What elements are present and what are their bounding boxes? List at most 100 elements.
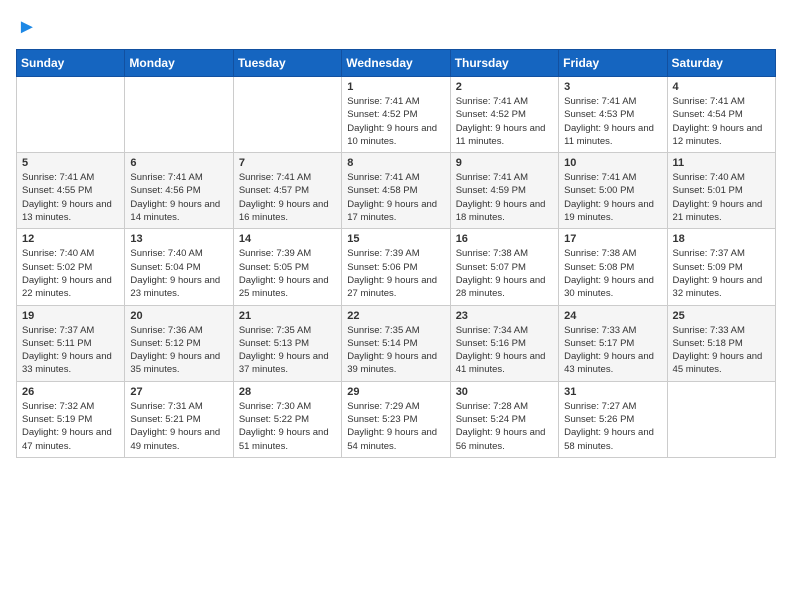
page-header: ► bbox=[16, 16, 776, 39]
calendar-week-1: 1Sunrise: 7:41 AM Sunset: 4:52 PM Daylig… bbox=[17, 77, 776, 153]
day-info-20: Sunrise: 7:36 AM Sunset: 5:12 PM Dayligh… bbox=[130, 324, 227, 377]
day-cell-3: 3Sunrise: 7:41 AM Sunset: 4:53 PM Daylig… bbox=[559, 77, 667, 153]
calendar-table: SundayMondayTuesdayWednesdayThursdayFrid… bbox=[16, 49, 776, 458]
day-info-4: Sunrise: 7:41 AM Sunset: 4:54 PM Dayligh… bbox=[673, 95, 770, 148]
calendar-week-4: 19Sunrise: 7:37 AM Sunset: 5:11 PM Dayli… bbox=[17, 305, 776, 381]
day-info-18: Sunrise: 7:37 AM Sunset: 5:09 PM Dayligh… bbox=[673, 247, 770, 300]
empty-cell bbox=[233, 77, 341, 153]
day-number-14: 14 bbox=[239, 233, 336, 245]
day-number-8: 8 bbox=[347, 157, 444, 169]
day-cell-21: 21 Sunrise: 7:35 AM Sunset: 5:13 PM Dayli… bbox=[233, 305, 341, 381]
day-cell-4: 4 Sunrise: 7:41 AM Sunset: 4:54 PM Daylig… bbox=[667, 77, 775, 153]
day-info-31: Sunrise: 7:27 AM Sunset: 5:26 PM Dayligh… bbox=[564, 400, 661, 453]
day-info-6: Sunrise: 7:41 AM Sunset: 4:56 PM Dayligh… bbox=[130, 171, 227, 224]
day-cell-30: 30 Sunrise: 7:28 AM Sunset: 5:24 PM Dayli… bbox=[450, 381, 558, 457]
day-cell-13: 13 Sunrise: 7:40 AM Sunset: 5:04 PM Dayli… bbox=[125, 229, 233, 305]
day-cell-23: 23 Sunrise: 7:34 AM Sunset: 5:16 PM Dayli… bbox=[450, 305, 558, 381]
day-number-23: 23 bbox=[456, 310, 553, 322]
day-cell-26: 26 Sunrise: 7:32 AM Sunset: 5:19 PM Dayli… bbox=[17, 381, 125, 457]
day-number-4: 4 bbox=[673, 81, 770, 93]
day-cell-16: 16Sunrise: 7:38 AM Sunset: 5:07 PM Dayli… bbox=[450, 229, 558, 305]
days-of-week-row: SundayMondayTuesdayWednesdayThursdayFrid… bbox=[17, 50, 776, 77]
day-info-16: Sunrise: 7:38 AM Sunset: 5:07 PM Dayligh… bbox=[456, 247, 553, 300]
day-info-21: Sunrise: 7:35 AM Sunset: 5:13 PM Dayligh… bbox=[239, 324, 336, 377]
day-info-5: Sunrise: 7:41 AM Sunset: 4:55 PM Dayligh… bbox=[22, 171, 119, 224]
day-info-1: Sunrise: 7:41 AM Sunset: 4:52 PM Dayligh… bbox=[347, 95, 444, 148]
day-cell-8: 8Sunrise: 7:41 AM Sunset: 4:58 PM Daylig… bbox=[342, 153, 450, 229]
day-cell-10: 10Sunrise: 7:41 AM Sunset: 5:00 PM Dayli… bbox=[559, 153, 667, 229]
day-info-30: Sunrise: 7:28 AM Sunset: 5:24 PM Dayligh… bbox=[456, 400, 553, 453]
calendar-week-5: 26 Sunrise: 7:32 AM Sunset: 5:19 PM Dayli… bbox=[17, 381, 776, 457]
day-header-wednesday: Wednesday bbox=[342, 50, 450, 77]
day-cell-1: 1Sunrise: 7:41 AM Sunset: 4:52 PM Daylig… bbox=[342, 77, 450, 153]
day-header-thursday: Thursday bbox=[450, 50, 558, 77]
day-info-3: Sunrise: 7:41 AM Sunset: 4:53 PM Dayligh… bbox=[564, 95, 661, 148]
day-cell-12: 12 Sunrise: 7:40 AM Sunset: 5:02 PM Dayli… bbox=[17, 229, 125, 305]
day-number-15: 15 bbox=[347, 233, 444, 245]
day-info-10: Sunrise: 7:41 AM Sunset: 5:00 PM Dayligh… bbox=[564, 171, 661, 224]
day-info-11: Sunrise: 7:40 AM Sunset: 5:01 PM Dayligh… bbox=[673, 171, 770, 224]
day-info-9: Sunrise: 7:41 AM Sunset: 4:59 PM Dayligh… bbox=[456, 171, 553, 224]
day-cell-20: 20 Sunrise: 7:36 AM Sunset: 5:12 PM Dayli… bbox=[125, 305, 233, 381]
logo: ► bbox=[16, 16, 37, 39]
day-number-12: 12 bbox=[22, 233, 119, 245]
day-cell-24: 24 Sunrise: 7:33 AM Sunset: 5:17 PM Dayli… bbox=[559, 305, 667, 381]
day-cell-9: 9 Sunrise: 7:41 AM Sunset: 4:59 PM Daylig… bbox=[450, 153, 558, 229]
day-cell-22: 22Sunrise: 7:35 AM Sunset: 5:14 PM Dayli… bbox=[342, 305, 450, 381]
day-cell-2: 2 Sunrise: 7:41 AM Sunset: 4:52 PM Daylig… bbox=[450, 77, 558, 153]
day-cell-28: 28 Sunrise: 7:30 AM Sunset: 5:22 PM Dayli… bbox=[233, 381, 341, 457]
day-number-31: 31 bbox=[564, 386, 661, 398]
day-info-26: Sunrise: 7:32 AM Sunset: 5:19 PM Dayligh… bbox=[22, 400, 119, 453]
day-info-22: Sunrise: 7:35 AM Sunset: 5:14 PM Dayligh… bbox=[347, 324, 444, 377]
empty-cell bbox=[125, 77, 233, 153]
day-number-2: 2 bbox=[456, 81, 553, 93]
empty-cell bbox=[17, 77, 125, 153]
day-number-6: 6 bbox=[130, 157, 227, 169]
day-cell-5: 5 Sunrise: 7:41 AM Sunset: 4:55 PM Daylig… bbox=[17, 153, 125, 229]
day-info-13: Sunrise: 7:40 AM Sunset: 5:04 PM Dayligh… bbox=[130, 247, 227, 300]
empty-cell bbox=[667, 381, 775, 457]
day-cell-25: 25 Sunrise: 7:33 AM Sunset: 5:18 PM Dayli… bbox=[667, 305, 775, 381]
day-header-monday: Monday bbox=[125, 50, 233, 77]
day-header-sunday: Sunday bbox=[17, 50, 125, 77]
day-info-2: Sunrise: 7:41 AM Sunset: 4:52 PM Dayligh… bbox=[456, 95, 553, 148]
day-info-12: Sunrise: 7:40 AM Sunset: 5:02 PM Dayligh… bbox=[22, 247, 119, 300]
day-number-28: 28 bbox=[239, 386, 336, 398]
day-info-29: Sunrise: 7:29 AM Sunset: 5:23 PM Dayligh… bbox=[347, 400, 444, 453]
day-number-26: 26 bbox=[22, 386, 119, 398]
day-cell-19: 19Sunrise: 7:37 AM Sunset: 5:11 PM Dayli… bbox=[17, 305, 125, 381]
day-info-25: Sunrise: 7:33 AM Sunset: 5:18 PM Dayligh… bbox=[673, 324, 770, 377]
day-number-11: 11 bbox=[673, 157, 770, 169]
day-number-17: 17 bbox=[564, 233, 661, 245]
calendar-week-3: 12 Sunrise: 7:40 AM Sunset: 5:02 PM Dayli… bbox=[17, 229, 776, 305]
day-cell-15: 15 Sunrise: 7:39 AM Sunset: 5:06 PM Dayli… bbox=[342, 229, 450, 305]
day-info-7: Sunrise: 7:41 AM Sunset: 4:57 PM Dayligh… bbox=[239, 171, 336, 224]
day-cell-17: 17Sunrise: 7:38 AM Sunset: 5:08 PM Dayli… bbox=[559, 229, 667, 305]
day-number-20: 20 bbox=[130, 310, 227, 322]
logo-arrow-icon: ► bbox=[17, 16, 37, 39]
day-number-9: 9 bbox=[456, 157, 553, 169]
day-info-14: Sunrise: 7:39 AM Sunset: 5:05 PM Dayligh… bbox=[239, 247, 336, 300]
day-info-28: Sunrise: 7:30 AM Sunset: 5:22 PM Dayligh… bbox=[239, 400, 336, 453]
day-header-friday: Friday bbox=[559, 50, 667, 77]
day-cell-14: 14 Sunrise: 7:39 AM Sunset: 5:05 PM Dayli… bbox=[233, 229, 341, 305]
day-number-13: 13 bbox=[130, 233, 227, 245]
day-cell-31: 31 Sunrise: 7:27 AM Sunset: 5:26 PM Dayli… bbox=[559, 381, 667, 457]
day-cell-11: 11 Sunrise: 7:40 AM Sunset: 5:01 PM Dayli… bbox=[667, 153, 775, 229]
day-cell-18: 18Sunrise: 7:37 AM Sunset: 5:09 PM Dayli… bbox=[667, 229, 775, 305]
day-cell-7: 7Sunrise: 7:41 AM Sunset: 4:57 PM Daylig… bbox=[233, 153, 341, 229]
day-info-27: Sunrise: 7:31 AM Sunset: 5:21 PM Dayligh… bbox=[130, 400, 227, 453]
day-number-21: 21 bbox=[239, 310, 336, 322]
day-info-15: Sunrise: 7:39 AM Sunset: 5:06 PM Dayligh… bbox=[347, 247, 444, 300]
day-number-24: 24 bbox=[564, 310, 661, 322]
day-cell-6: 6 Sunrise: 7:41 AM Sunset: 4:56 PM Daylig… bbox=[125, 153, 233, 229]
day-number-25: 25 bbox=[673, 310, 770, 322]
day-info-19: Sunrise: 7:37 AM Sunset: 5:11 PM Dayligh… bbox=[22, 324, 119, 377]
day-number-5: 5 bbox=[22, 157, 119, 169]
calendar-header: SundayMondayTuesdayWednesdayThursdayFrid… bbox=[17, 50, 776, 77]
day-number-30: 30 bbox=[456, 386, 553, 398]
day-cell-27: 27Sunrise: 7:31 AM Sunset: 5:21 PM Dayli… bbox=[125, 381, 233, 457]
day-info-24: Sunrise: 7:33 AM Sunset: 5:17 PM Dayligh… bbox=[564, 324, 661, 377]
day-header-saturday: Saturday bbox=[667, 50, 775, 77]
day-info-23: Sunrise: 7:34 AM Sunset: 5:16 PM Dayligh… bbox=[456, 324, 553, 377]
